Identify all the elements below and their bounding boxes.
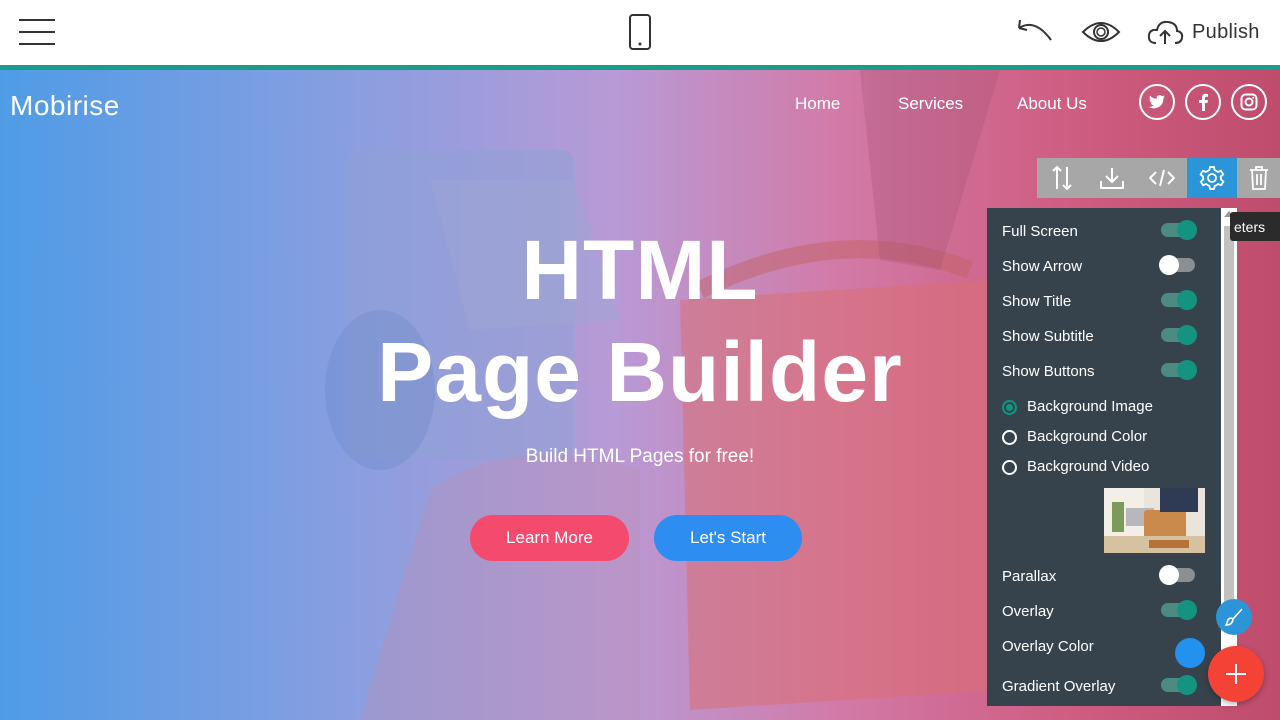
radio-unselected — [1002, 460, 1017, 475]
radio-selected — [1002, 400, 1017, 415]
publish-button[interactable]: Publish — [1146, 16, 1260, 48]
lets-start-button[interactable]: Let's Start — [654, 515, 802, 561]
nav-services[interactable]: Services — [898, 94, 963, 114]
undo-icon[interactable] — [1013, 18, 1055, 46]
param-show-arrow: Show Arrow — [1002, 255, 1207, 277]
radio-label: Background Video — [1027, 458, 1150, 475]
param-label: Parallax — [1002, 568, 1057, 585]
site-brand[interactable]: Mobirise — [10, 90, 120, 122]
param-full-screen: Full Screen — [1002, 220, 1207, 242]
instagram-icon[interactable] — [1231, 84, 1267, 120]
reorder-icon[interactable] — [1037, 158, 1087, 198]
background-image-thumbnail[interactable] — [1104, 488, 1205, 553]
radio-label: Background Color — [1027, 428, 1148, 445]
cloud-upload-icon — [1147, 20, 1184, 44]
param-label: Full Screen — [1002, 223, 1078, 240]
eye-icon[interactable] — [1081, 18, 1121, 46]
trash-icon[interactable] — [1237, 158, 1280, 198]
twitter-icon[interactable] — [1139, 84, 1175, 120]
code-icon[interactable] — [1137, 158, 1187, 198]
scrollbar-thumb[interactable] — [1224, 226, 1234, 626]
param-label: Overlay Color — [1002, 638, 1094, 655]
param-show-buttons: Show Buttons — [1002, 360, 1207, 382]
show-subtitle-toggle[interactable] — [1161, 325, 1197, 345]
param-label: Show Title — [1002, 293, 1072, 310]
block-toolbar — [1037, 158, 1280, 198]
gradient-overlay-toggle[interactable] — [1161, 675, 1197, 695]
full-screen-toggle[interactable] — [1161, 220, 1197, 240]
background-video-radio[interactable]: Background Video — [1002, 457, 1207, 477]
editor-topbar: Publish — [0, 0, 1280, 65]
param-label: Show Subtitle — [1002, 328, 1094, 345]
background-image-radio[interactable]: Background Image — [1002, 397, 1207, 417]
param-overlay: Overlay — [1002, 600, 1207, 622]
tooltip-text: eters — [1234, 218, 1266, 235]
radio-unselected — [1002, 430, 1017, 445]
show-title-toggle[interactable] — [1161, 290, 1197, 310]
parallax-toggle[interactable] — [1159, 565, 1195, 585]
param-gradient-overlay: Gradient Overlay — [1002, 675, 1207, 697]
download-icon[interactable] — [1087, 158, 1137, 198]
background-color-radio[interactable]: Background Color — [1002, 427, 1207, 447]
param-label: Show Buttons — [1002, 363, 1095, 380]
parameters-tooltip: eters — [1230, 212, 1280, 241]
publish-label: Publish — [1192, 20, 1260, 43]
param-label: Gradient Overlay — [1002, 678, 1116, 695]
overlay-toggle[interactable] — [1161, 600, 1197, 620]
learn-more-button[interactable]: Learn More — [470, 515, 629, 561]
show-arrow-toggle[interactable] — [1159, 255, 1195, 275]
overlay-color-swatch[interactable] — [1175, 638, 1205, 668]
facebook-icon[interactable] — [1185, 84, 1221, 120]
param-parallax: Parallax — [1002, 565, 1207, 587]
hamburger-icon[interactable] — [19, 18, 55, 46]
plus-icon[interactable] — [1208, 646, 1264, 702]
nav-about-us[interactable]: About Us — [1017, 94, 1087, 114]
mobile-icon[interactable] — [628, 14, 652, 50]
nav-home[interactable]: Home — [795, 94, 840, 114]
param-show-subtitle: Show Subtitle — [1002, 325, 1207, 347]
gear-icon[interactable] — [1187, 158, 1237, 198]
show-buttons-toggle[interactable] — [1161, 360, 1197, 380]
topbar-accent-line — [0, 65, 1280, 70]
radio-label: Background Image — [1027, 398, 1153, 415]
block-parameters-panel: Full Screen Show Arrow Show Title Show S… — [987, 208, 1221, 706]
param-label: Overlay — [1002, 603, 1054, 620]
param-label: Show Arrow — [1002, 258, 1083, 275]
paint-brush-icon[interactable] — [1216, 599, 1252, 635]
param-show-title: Show Title — [1002, 290, 1207, 312]
